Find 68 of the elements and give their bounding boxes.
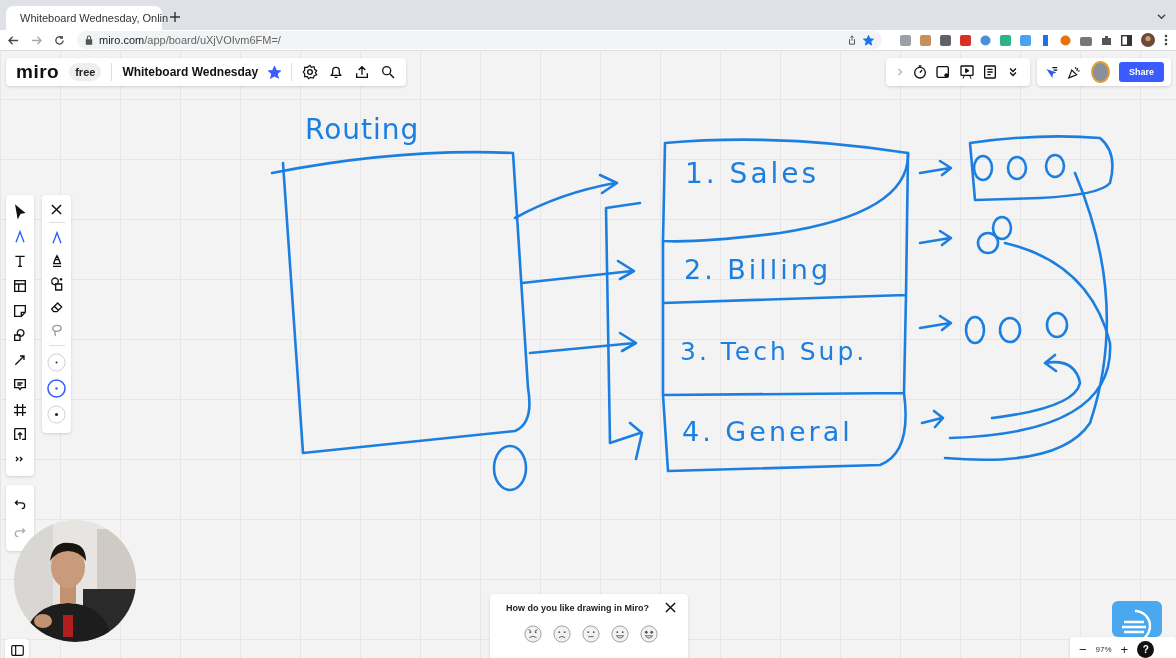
close-icon[interactable] — [665, 602, 676, 613]
extension-icon[interactable] — [960, 34, 971, 46]
help-button[interactable]: ? — [1137, 640, 1155, 658]
bell-icon[interactable] — [328, 64, 345, 80]
extension-icon[interactable] — [1060, 34, 1071, 46]
side-panel-icon[interactable] — [1121, 34, 1132, 46]
plan-badge: free — [69, 63, 102, 81]
search-icon[interactable] — [380, 64, 397, 80]
sidebar-icon — [10, 644, 24, 656]
close-icon[interactable] — [51, 204, 62, 215]
handwritten-label: Routing — [305, 113, 420, 147]
star-icon[interactable] — [268, 65, 282, 79]
handwritten-label: 2. Billing — [684, 254, 832, 287]
share-button[interactable]: Share — [1118, 62, 1164, 82]
menu-icon[interactable] — [1164, 34, 1168, 46]
user-avatar[interactable] — [1090, 61, 1110, 83]
card-icon[interactable] — [935, 64, 952, 80]
frame-tool-icon[interactable] — [12, 401, 28, 418]
text-tool-icon[interactable] — [12, 253, 28, 270]
emoji-face-icon[interactable] — [640, 625, 658, 643]
zoom-level: 97% — [1095, 644, 1112, 654]
emoji-face-icon[interactable] — [582, 625, 600, 643]
comment-tool-icon[interactable] — [12, 376, 28, 393]
chevron-down-icon[interactable] — [1157, 12, 1166, 21]
settings-icon[interactable] — [302, 64, 319, 80]
address-field[interactable]: miro.com/app/board/uXjVOIvm6FM=/ — [77, 31, 882, 49]
zoom-in-button[interactable]: + — [1117, 641, 1132, 657]
select-tool-icon[interactable] — [12, 204, 28, 220]
extension-icon[interactable] — [940, 34, 951, 46]
miro-logo[interactable]: miro — [16, 61, 60, 83]
upload-icon[interactable] — [354, 64, 371, 80]
emoji-face-icon[interactable] — [611, 625, 629, 643]
zoom-out-button[interactable]: − — [1076, 641, 1090, 657]
handwritten-label: 3. Tech Sup. — [680, 337, 868, 367]
profile-avatar[interactable] — [1141, 33, 1155, 47]
emoji-face-icon[interactable] — [524, 625, 542, 643]
presentation-icon[interactable] — [958, 64, 975, 80]
emoji-face-icon[interactable] — [553, 625, 571, 643]
upload-tool-icon[interactable] — [12, 426, 28, 443]
extension-icon[interactable] — [1000, 34, 1011, 46]
share-page-icon[interactable] — [847, 35, 857, 45]
puzzle-icon[interactable] — [1101, 34, 1112, 46]
timer-icon[interactable] — [911, 64, 928, 80]
star-icon[interactable] — [863, 34, 874, 46]
stroke-size-option[interactable] — [47, 379, 66, 398]
template-tool-icon[interactable] — [12, 278, 28, 295]
reload-icon[interactable] — [54, 34, 65, 46]
survey-question: How do you like drawing in Miro? — [506, 602, 649, 613]
sticky-tool-icon[interactable] — [12, 302, 28, 319]
back-icon[interactable] — [8, 34, 19, 46]
extension-icon[interactable] — [920, 34, 931, 46]
tab-title: Whiteboard Wednesday, Onlin — [20, 12, 169, 24]
url-text: miro.com/app/board/uXjVOIvm6FM=/ — [99, 34, 281, 46]
shapes-tool-icon[interactable] — [12, 327, 28, 344]
chat-assistant-icon[interactable] — [1112, 601, 1162, 637]
notes-icon[interactable] — [982, 64, 999, 80]
extension-icon[interactable] — [900, 34, 911, 46]
extension-icon[interactable] — [1020, 34, 1031, 46]
lock-icon — [85, 35, 93, 45]
extension-icon[interactable] — [1040, 34, 1051, 46]
board-title[interactable]: Whiteboard Wednesday — [122, 65, 259, 79]
handwritten-label: 4. General — [682, 416, 853, 449]
extension-icon[interactable] — [980, 34, 991, 46]
panel-toggle[interactable] — [5, 639, 29, 658]
new-tab-icon[interactable] — [170, 12, 180, 22]
handwritten-label: 1. Sales — [685, 157, 820, 191]
camera-icon[interactable] — [1080, 34, 1092, 46]
eraser-tool-icon[interactable] — [48, 299, 65, 315]
